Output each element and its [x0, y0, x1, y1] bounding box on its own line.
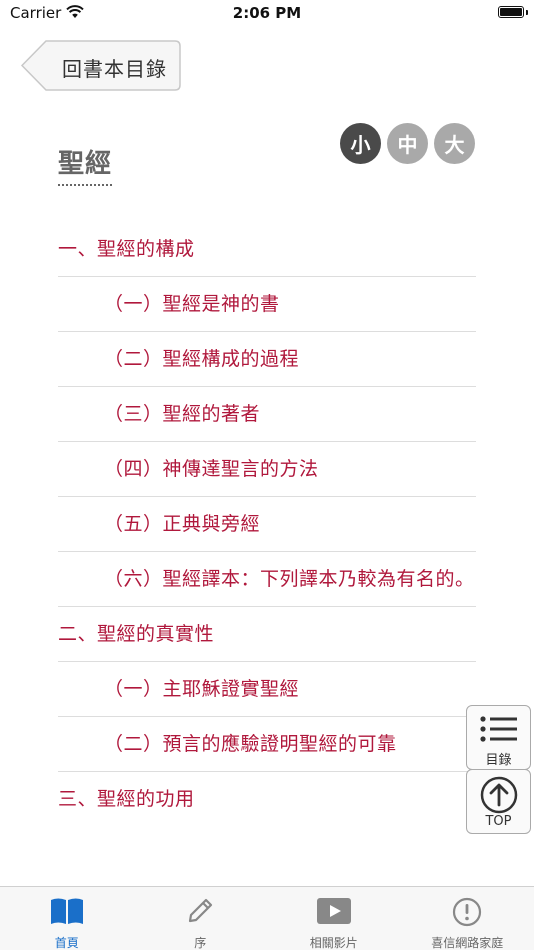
- toc-item[interactable]: 二、聖經的真實性: [58, 607, 476, 662]
- page-title: 聖經: [58, 143, 113, 186]
- tab-preface[interactable]: 序: [134, 887, 268, 950]
- tab-gospel-net-family-label: 喜信網路家庭: [431, 936, 504, 950]
- battery-tip: [526, 10, 528, 15]
- status-time: 2:06 PM: [232, 4, 302, 22]
- video-play-icon: [316, 898, 351, 924]
- font-size-medium-button[interactable]: 中: [387, 123, 428, 164]
- tab-home-label: 首頁: [54, 936, 79, 950]
- toc-item[interactable]: （四）神傳達聖言的方法: [58, 442, 476, 497]
- toc-item[interactable]: （五）正典與旁經: [58, 497, 476, 552]
- chapter-toc-list: 一、聖經的構成 （一）聖經是神的書 （二）聖經構成的過程 （三）聖經的著者 （四…: [58, 222, 476, 826]
- toc-item[interactable]: （一）主耶穌證實聖經: [58, 662, 476, 717]
- tab-preface-label: 序: [194, 936, 207, 950]
- font-size-selector: 小 中 大: [340, 123, 475, 164]
- arrow-up-circle-icon: [480, 776, 518, 814]
- list-icon: [480, 716, 517, 742]
- tab-home[interactable]: 首頁: [0, 887, 134, 950]
- scroll-to-top-label: TOP: [485, 814, 512, 829]
- toc-item[interactable]: 一、聖經的構成: [58, 222, 476, 277]
- floating-toc-label: 目錄: [485, 753, 512, 768]
- back-to-book-toc-button[interactable]: 回書本目錄: [20, 40, 181, 91]
- pencil-icon: [189, 898, 213, 923]
- status-bar: Carrier 2:06 PM: [0, 0, 534, 28]
- font-size-small-button[interactable]: 小: [340, 123, 381, 164]
- toc-item[interactable]: （二）預言的應驗證明聖經的可靠: [58, 717, 476, 772]
- floating-toc-button[interactable]: 目錄: [466, 705, 531, 770]
- back-button-label: 回書本目錄: [62, 57, 167, 81]
- scroll-to-top-button[interactable]: TOP: [466, 769, 531, 834]
- toc-item[interactable]: （一）聖經是神的書: [58, 277, 476, 332]
- exclamation-circle-icon: [453, 897, 482, 927]
- bottom-tab-bar: 首頁 序 相關影片 喜信網路家庭: [0, 886, 534, 950]
- book-open-icon: [50, 898, 83, 924]
- toc-item[interactable]: （三）聖經的著者: [58, 387, 476, 442]
- battery-icon: [498, 6, 524, 18]
- tab-gospel-net-family[interactable]: 喜信網路家庭: [401, 887, 534, 950]
- toc-item[interactable]: 三、聖經的功用: [58, 772, 476, 826]
- tab-related-videos-label: 相關影片: [309, 936, 358, 950]
- toc-item[interactable]: （二）聖經構成的過程: [58, 332, 476, 387]
- tab-related-videos[interactable]: 相關影片: [267, 887, 401, 950]
- font-size-large-button[interactable]: 大: [434, 123, 475, 164]
- toc-item[interactable]: （六）聖經譯本：下列譯本乃較為有名的。: [58, 552, 476, 607]
